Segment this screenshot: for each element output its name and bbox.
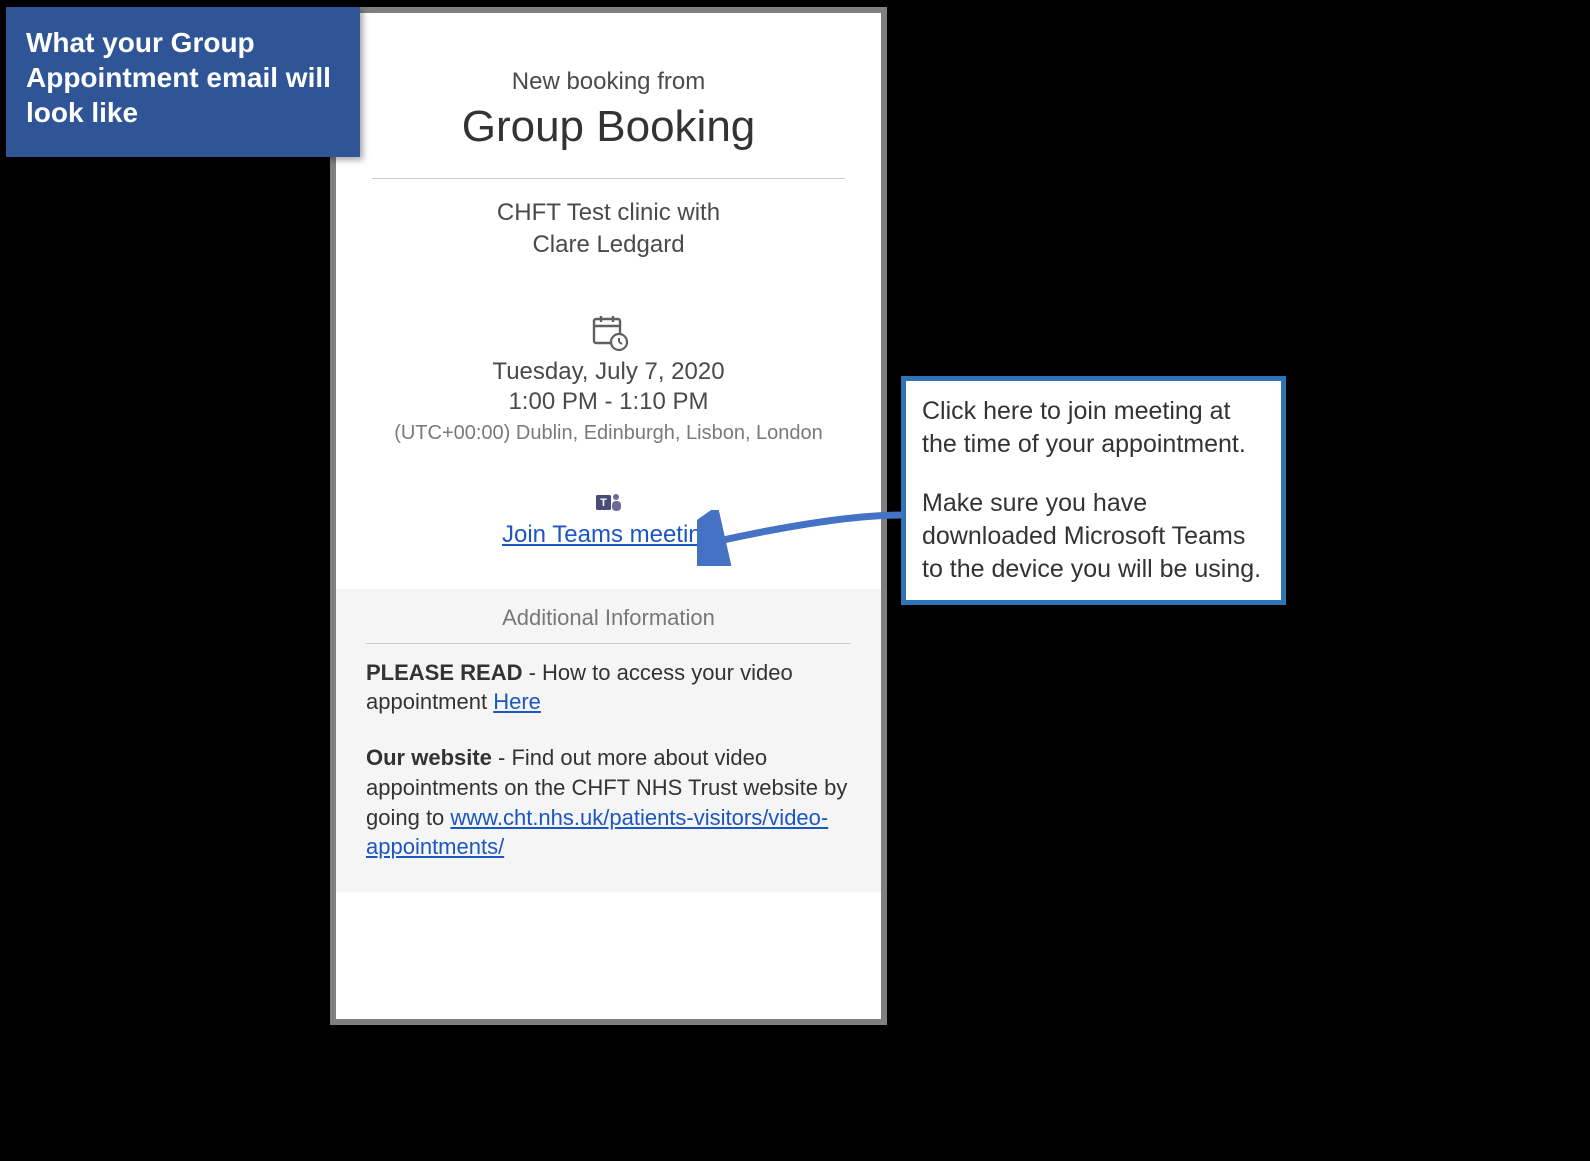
email-title: Group Booking: [366, 102, 851, 152]
appointment-time: 1:00 PM - 1:10 PM: [366, 388, 851, 416]
teams-icon: T: [595, 489, 623, 517]
instruction-line-2: Make sure you have downloaded Microsoft …: [922, 487, 1265, 586]
clinic-line-2: Clare Ledgard: [366, 229, 851, 261]
label-callout-text: What your Group Appointment email will l…: [26, 27, 331, 128]
our-website-label: Our website: [366, 745, 492, 770]
email-preheader: New booking from: [366, 68, 851, 96]
appointment-date: Tuesday, July 7, 2020: [366, 358, 851, 386]
join-teams-meeting-link[interactable]: Join Teams meeting: [502, 521, 715, 549]
calendar-clock-icon: [589, 312, 629, 352]
instruction-callout: Click here to join meeting at the time o…: [901, 376, 1286, 605]
label-callout: What your Group Appointment email will l…: [6, 7, 360, 157]
appointment-timezone: (UTC+00:00) Dublin, Edinburgh, Lisbon, L…: [366, 422, 851, 445]
additional-information-section: Additional Information PLEASE READ - How…: [336, 589, 881, 892]
svg-text:T: T: [600, 497, 607, 509]
clinic-line-1: CHFT Test clinic with: [366, 197, 851, 229]
how-to-access-link[interactable]: Here: [493, 689, 541, 714]
additional-information-heading: Additional Information: [366, 599, 851, 644]
email-preview-card: New booking from Group Booking CHFT Test…: [330, 7, 887, 1025]
please-read-label: PLEASE READ: [366, 660, 522, 685]
divider: [372, 178, 845, 179]
instruction-line-1: Click here to join meeting at the time o…: [922, 395, 1265, 461]
